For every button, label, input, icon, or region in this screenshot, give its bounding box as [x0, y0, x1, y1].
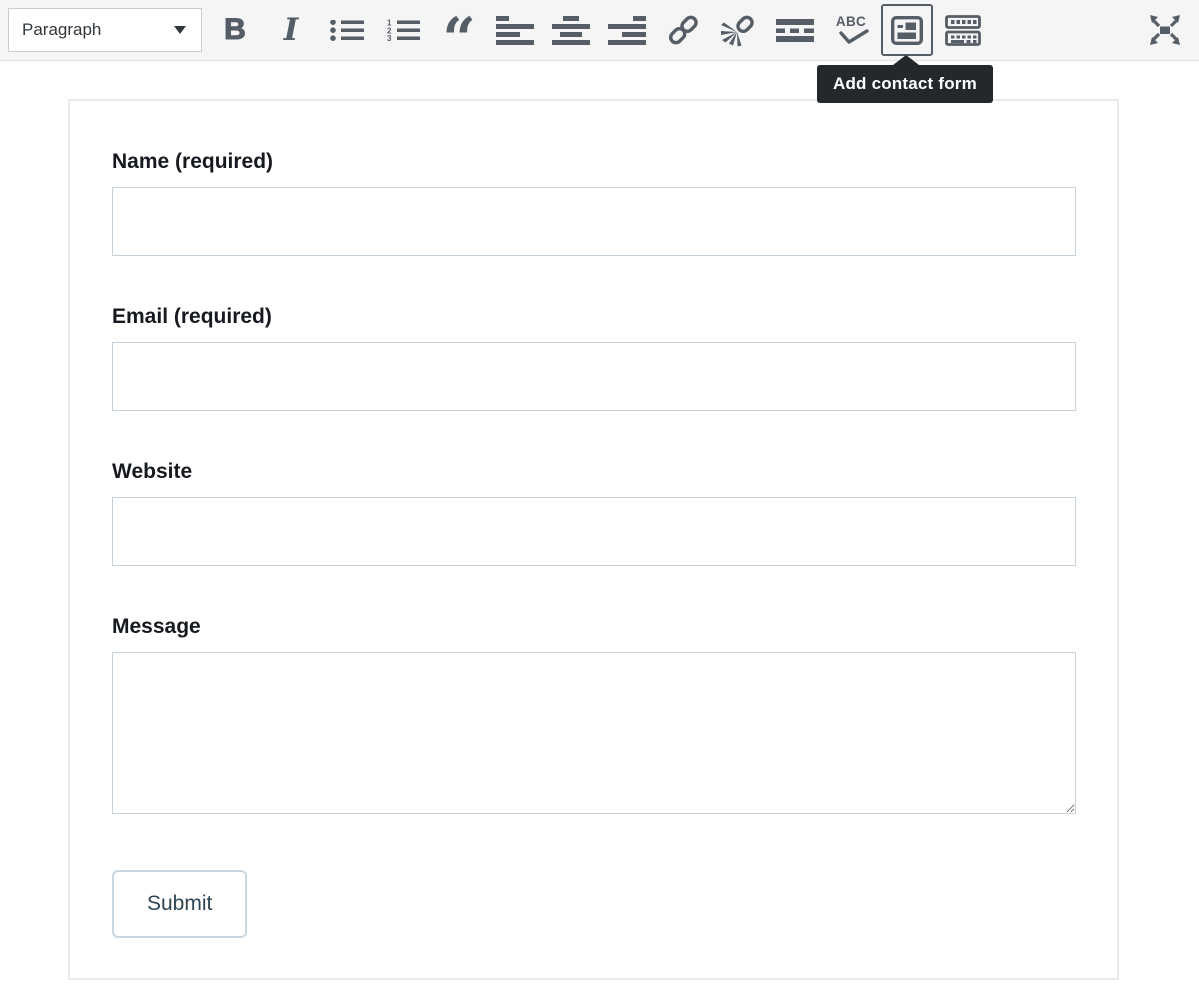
- tooltip-text: Add contact form: [833, 74, 977, 94]
- align-right-button[interactable]: [601, 4, 653, 56]
- name-field-label: Name (required): [112, 150, 1076, 174]
- message-textarea[interactable]: [112, 652, 1076, 814]
- bulleted-list-icon: [330, 20, 364, 41]
- italic-button[interactable]: I: [265, 4, 317, 56]
- spellcheck-button[interactable]: ABC: [825, 4, 877, 56]
- add-contact-form-button[interactable]: [881, 4, 933, 56]
- message-field-group: Message: [112, 615, 1076, 814]
- numbered-list-icon: 1 2 3: [386, 19, 420, 41]
- name-input[interactable]: [112, 187, 1076, 256]
- website-input[interactable]: [112, 497, 1076, 566]
- contact-form-icon: [891, 16, 923, 45]
- align-center-icon: [552, 16, 590, 45]
- contact-form-preview: Name (required) Email (required) Website…: [68, 99, 1119, 980]
- keyboard-icon: [945, 15, 981, 46]
- website-field-label: Website: [112, 460, 1076, 484]
- remove-link-button[interactable]: [713, 4, 765, 56]
- submit-button[interactable]: Submit: [112, 870, 247, 938]
- add-contact-form-tooltip: Add contact form: [817, 65, 993, 103]
- email-field-group: Email (required): [112, 305, 1076, 411]
- align-left-icon: [496, 16, 534, 45]
- bulleted-list-button[interactable]: [321, 4, 373, 56]
- message-field-label: Message: [112, 615, 1076, 639]
- italic-icon: I: [284, 15, 299, 46]
- align-right-icon: [608, 16, 646, 45]
- chevron-down-icon: [174, 26, 186, 34]
- keyboard-shortcuts-button[interactable]: [937, 4, 989, 56]
- unlink-icon: [720, 11, 758, 49]
- fullscreen-icon: [1146, 11, 1184, 49]
- email-field-label: Email (required): [112, 305, 1076, 329]
- svg-text:3: 3: [387, 34, 392, 41]
- blockquote-button[interactable]: “: [433, 4, 485, 56]
- name-field-group: Name (required): [112, 150, 1076, 256]
- website-field-group: Website: [112, 460, 1076, 566]
- email-input[interactable]: [112, 342, 1076, 411]
- bold-icon: B: [224, 15, 246, 45]
- insert-link-button[interactable]: [657, 4, 709, 56]
- numbered-list-button[interactable]: 1 2 3: [377, 4, 429, 56]
- blockquote-icon: “: [442, 10, 475, 68]
- paragraph-style-dropdown[interactable]: Paragraph: [8, 8, 202, 52]
- link-icon: [664, 11, 702, 49]
- align-left-button[interactable]: [489, 4, 541, 56]
- read-more-icon: [776, 19, 814, 42]
- paragraph-style-value: Paragraph: [22, 20, 101, 40]
- read-more-button[interactable]: [769, 4, 821, 56]
- spellcheck-icon: ABC: [833, 15, 870, 45]
- fullscreen-button[interactable]: [1139, 4, 1191, 56]
- bold-button[interactable]: B: [209, 4, 261, 56]
- align-center-button[interactable]: [545, 4, 597, 56]
- editor-toolbar: Paragraph B I 1 2 3 “: [0, 0, 1199, 61]
